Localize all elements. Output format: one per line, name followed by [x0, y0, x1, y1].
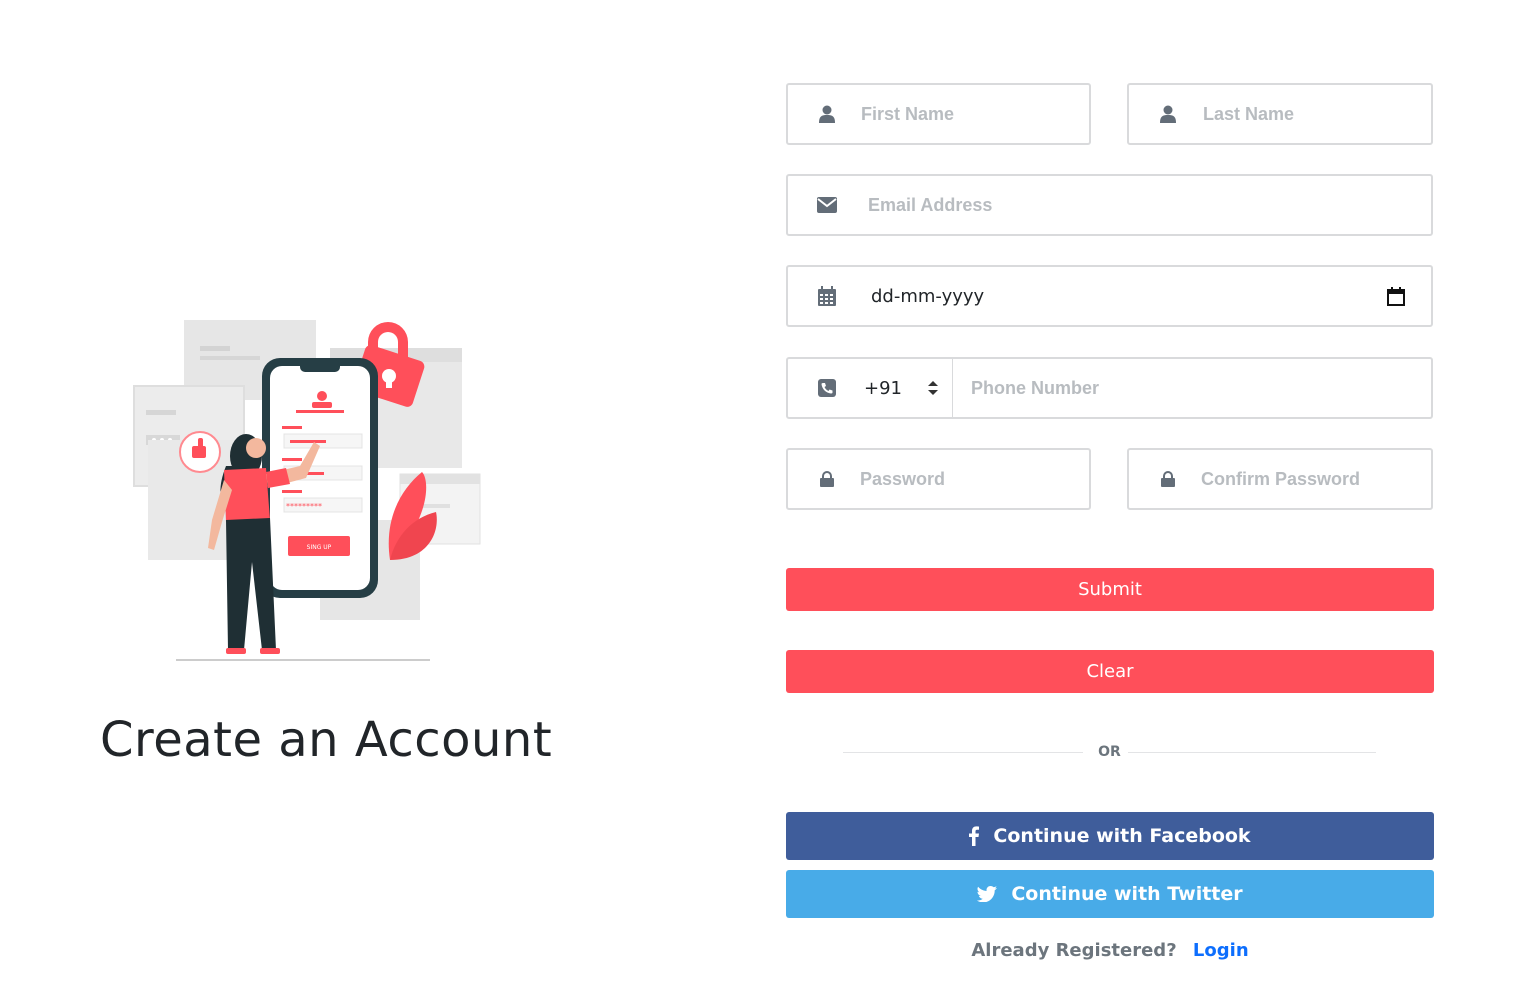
page-title: Create an Account [100, 712, 553, 768]
phone-field[interactable]: +91 [786, 357, 1433, 419]
calendar-icon [816, 285, 838, 307]
facebook-icon [969, 826, 980, 846]
submit-button[interactable]: Submit [786, 568, 1434, 611]
lock-icon [816, 468, 838, 490]
twitter-icon [977, 886, 998, 902]
first-name-input[interactable] [861, 85, 1089, 143]
signup-illustration: ********* SING UP [100, 290, 504, 694]
divider-label: OR [1098, 744, 1121, 760]
user-icon [1157, 103, 1179, 125]
login-prompt: Already Registered? Login [786, 940, 1434, 961]
already-registered-text: Already Registered? [971, 940, 1177, 961]
illustration-panel: ********* SING UP [100, 290, 510, 694]
password-input[interactable] [860, 450, 1089, 508]
country-code-select[interactable]: +91 [864, 359, 953, 417]
twitter-button-label: Continue with Twitter [1011, 883, 1243, 905]
email-field[interactable] [786, 174, 1433, 236]
facebook-button-label: Continue with Facebook [993, 825, 1251, 847]
confirm-password-input[interactable] [1201, 450, 1431, 508]
last-name-field[interactable] [1127, 83, 1433, 145]
phone-icon [816, 377, 838, 399]
date-of-birth-field[interactable]: dd-mm-yyyy [786, 265, 1433, 327]
envelope-icon [816, 194, 838, 216]
sort-arrows-icon [928, 381, 938, 395]
or-divider: OR [843, 744, 1376, 760]
illustration-signup-text: SING UP [307, 544, 332, 551]
confirm-password-field[interactable] [1127, 448, 1433, 510]
last-name-input[interactable] [1203, 85, 1431, 143]
illustration-password-mask: ********* [286, 502, 322, 511]
clear-button[interactable]: Clear [786, 650, 1434, 693]
twitter-login-button[interactable]: Continue with Twitter [786, 870, 1434, 918]
country-code-value: +91 [864, 377, 902, 399]
login-link[interactable]: Login [1193, 940, 1249, 961]
email-input[interactable] [868, 176, 1431, 234]
first-name-field[interactable] [786, 83, 1091, 145]
facebook-login-button[interactable]: Continue with Facebook [786, 812, 1434, 860]
lock-icon [1157, 468, 1179, 490]
password-field[interactable] [786, 448, 1091, 510]
phone-number-input[interactable] [971, 359, 1431, 417]
calendar-picker-icon[interactable] [1385, 285, 1407, 307]
date-input[interactable]: dd-mm-yyyy [871, 286, 1385, 307]
user-icon [816, 103, 838, 125]
